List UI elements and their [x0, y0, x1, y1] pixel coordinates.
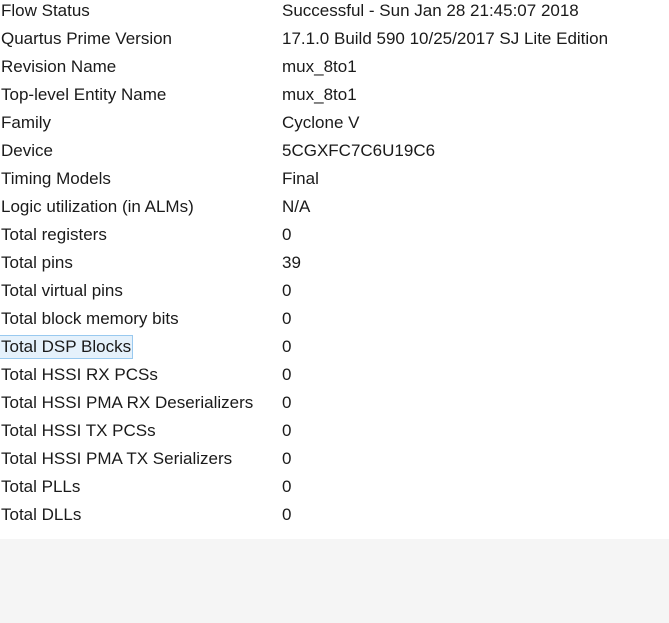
report-row-total-hssi-pma-rx-deserializers[interactable]: Total HSSI PMA RX Deserializers 0 — [0, 392, 669, 420]
report-row-total-dsp-blocks[interactable]: Total DSP Blocks 0 — [0, 335, 669, 364]
row-value: 0 — [282, 421, 292, 440]
row-key-selected: Total DSP Blocks — [0, 335, 134, 359]
row-key: Total HSSI PMA TX Serializers — [1, 449, 233, 468]
report-row-total-dlls[interactable]: Total DLLs 0 — [0, 504, 669, 532]
row-value: 0 — [282, 281, 292, 300]
report-row-logic-utilization[interactable]: Logic utilization (in ALMs) N/A — [0, 196, 669, 224]
row-key: Device — [1, 141, 53, 160]
row-value: 0 — [282, 225, 292, 244]
row-value: 0 — [282, 477, 292, 496]
row-value: mux_8to1 — [282, 57, 357, 76]
report-row-top-level-entity[interactable]: Top-level Entity Name mux_8to1 — [0, 84, 669, 112]
report-row-quartus-version[interactable]: Quartus Prime Version 17.1.0 Build 590 1… — [0, 28, 669, 56]
row-key: Timing Models — [1, 169, 111, 188]
report-row-total-plls[interactable]: Total PLLs 0 — [0, 476, 669, 504]
row-value: 5CGXFC7C6U19C6 — [282, 141, 436, 160]
flow-summary-report: Flow Status Successful - Sun Jan 28 21:4… — [0, 0, 669, 539]
row-key: Total HSSI PMA RX Deserializers — [1, 393, 254, 412]
row-value: 0 — [282, 449, 292, 468]
report-row-total-pins[interactable]: Total pins 39 — [0, 252, 669, 280]
report-row-timing-models[interactable]: Timing Models Final — [0, 168, 669, 196]
report-row-total-block-memory-bits[interactable]: Total block memory bits 0 — [0, 308, 669, 336]
row-value: 0 — [282, 337, 292, 356]
row-value: 17.1.0 Build 590 10/25/2017 SJ Lite Edit… — [282, 29, 609, 48]
row-value: 39 — [282, 253, 301, 272]
row-value: 0 — [282, 309, 292, 328]
row-value: mux_8to1 — [282, 85, 357, 104]
report-row-device[interactable]: Device 5CGXFC7C6U19C6 — [0, 140, 669, 168]
empty-panel-area — [0, 539, 669, 623]
row-value: 0 — [282, 365, 292, 384]
report-row-total-virtual-pins[interactable]: Total virtual pins 0 — [0, 280, 669, 308]
row-key: Flow Status — [1, 1, 90, 20]
report-row-total-hssi-tx-pcss[interactable]: Total HSSI TX PCSs 0 — [0, 420, 669, 448]
row-key: Revision Name — [1, 57, 117, 76]
row-key: Total block memory bits — [1, 309, 179, 328]
row-key: Quartus Prime Version — [1, 29, 173, 48]
row-key: Total HSSI TX PCSs — [1, 421, 156, 440]
row-key: Total HSSI RX PCSs — [1, 365, 158, 384]
row-value: N/A — [282, 197, 311, 216]
report-row-total-hssi-rx-pcss[interactable]: Total HSSI RX PCSs 0 — [0, 364, 669, 392]
row-key: Total pins — [1, 253, 73, 272]
report-row-flow-status[interactable]: Flow Status Successful - Sun Jan 28 21:4… — [0, 0, 669, 28]
row-key: Family — [1, 113, 52, 132]
row-key: Total virtual pins — [1, 281, 123, 300]
row-value: Successful - Sun Jan 28 21:45:07 2018 — [282, 1, 579, 20]
row-value: Final — [282, 169, 319, 188]
report-row-family[interactable]: Family Cyclone V — [0, 112, 669, 140]
report-row-total-hssi-pma-tx-serializers[interactable]: Total HSSI PMA TX Serializers 0 — [0, 448, 669, 476]
row-value: Cyclone V — [282, 113, 360, 132]
row-value: 0 — [282, 393, 292, 412]
row-key: Total PLLs — [1, 477, 81, 496]
row-value: 0 — [282, 505, 292, 524]
report-row-total-registers[interactable]: Total registers 0 — [0, 224, 669, 252]
row-key: Total registers — [1, 225, 107, 244]
row-key: Total DLLs — [1, 505, 82, 524]
row-key: Top-level Entity Name — [1, 85, 167, 104]
row-key: Logic utilization (in ALMs) — [1, 197, 194, 216]
report-row-revision-name[interactable]: Revision Name mux_8to1 — [0, 56, 669, 84]
